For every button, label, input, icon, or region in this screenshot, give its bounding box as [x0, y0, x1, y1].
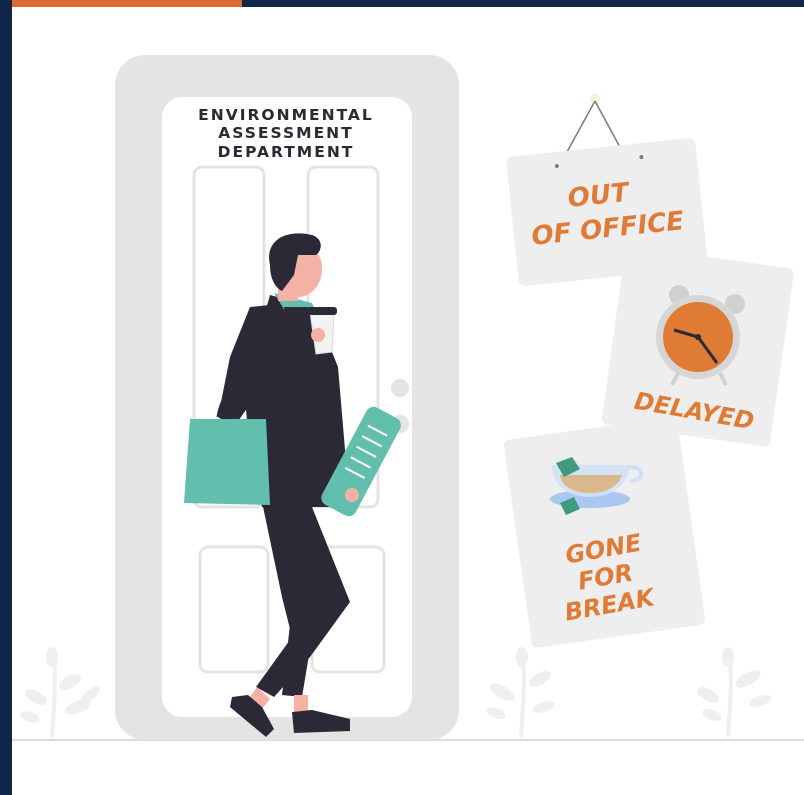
delayed-sign: DELAYED — [601, 246, 794, 447]
door-title-line-3: DEPARTMENT — [218, 143, 355, 161]
plant-icon — [486, 647, 556, 737]
door-knob — [391, 379, 409, 397]
plant-icon — [20, 647, 100, 737]
illustration-scene: ENVIRONMENTAL ASSESSMENT DEPARTMENT OUT … — [12, 7, 804, 795]
plant-icon — [697, 647, 772, 737]
tote-bag — [184, 419, 270, 505]
top-accent-bar — [0, 0, 242, 7]
gone-for-break-sign: GONE FOR BREAK — [504, 416, 706, 648]
door-title-line-2: ASSESSMENT — [218, 124, 353, 142]
hanging-string — [594, 100, 623, 152]
out-of-office-illustration: ENVIRONMENTAL ASSESSMENT DEPARTMENT OUT … — [12, 55, 804, 741]
left-frame-bar — [0, 0, 12, 795]
door-title-line-1: ENVIRONMENTAL — [198, 106, 374, 124]
